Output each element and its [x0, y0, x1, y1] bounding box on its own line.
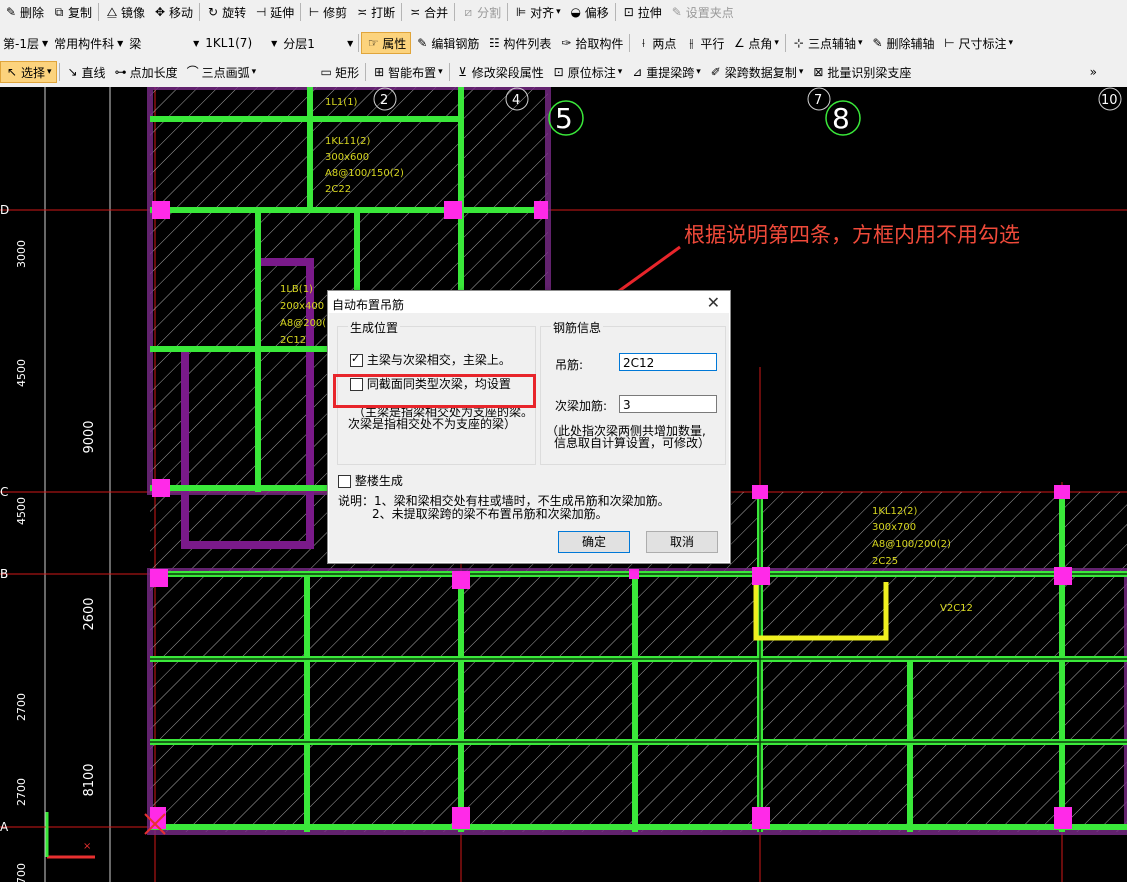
- main-secondary-checkbox[interactable]: [350, 352, 363, 367]
- hanger-label: 吊筋:: [555, 358, 584, 372]
- ok-button[interactable]: 确定: [558, 531, 630, 553]
- explain-line-2: 次梁是指相交处不为支座的梁）: [348, 417, 517, 431]
- dialog-body: 生成位置 主梁与次梁相交，主梁上。 同截面同类型次梁，均设置 （主梁是指梁相交处…: [329, 313, 729, 562]
- main-secondary-label: 主梁与次梁相交，主梁上。: [366, 353, 511, 367]
- annotation-highlight-box: [333, 374, 536, 408]
- whole-building-label: 整楼生成: [354, 474, 403, 488]
- note-line-2: 2、未提取梁跨的梁不布置吊筋和次梁加筋。: [372, 507, 608, 521]
- dialog-title: 自动布置吊筋: [332, 298, 405, 312]
- group-position-label: 生成位置: [348, 319, 401, 336]
- whole-building-checkbox-row[interactable]: 整楼生成: [338, 472, 403, 489]
- group-rebar-label: 钢筋信息: [551, 319, 604, 336]
- secondary-rebar-label: 次梁加筋:: [555, 399, 608, 413]
- main-secondary-checkbox-row[interactable]: 主梁与次梁相交，主梁上。: [350, 351, 511, 368]
- cancel-button[interactable]: 取消: [646, 531, 718, 553]
- hanger-input[interactable]: 2C12: [619, 353, 717, 371]
- annotation-note: 根据说明第四条，方框内用不用勾选: [684, 223, 1020, 247]
- auto-hanger-dialog: 自动布置吊筋 ✕ 生成位置 主梁与次梁相交，主梁上。 同截面同类型次梁，均设置 …: [327, 290, 731, 564]
- rebar-explain-line-2: 信息取自计算设置，可修改）: [554, 436, 711, 450]
- secondary-rebar-input[interactable]: 3: [619, 395, 717, 413]
- close-icon[interactable]: ✕: [707, 293, 720, 312]
- whole-building-checkbox[interactable]: [338, 475, 351, 488]
